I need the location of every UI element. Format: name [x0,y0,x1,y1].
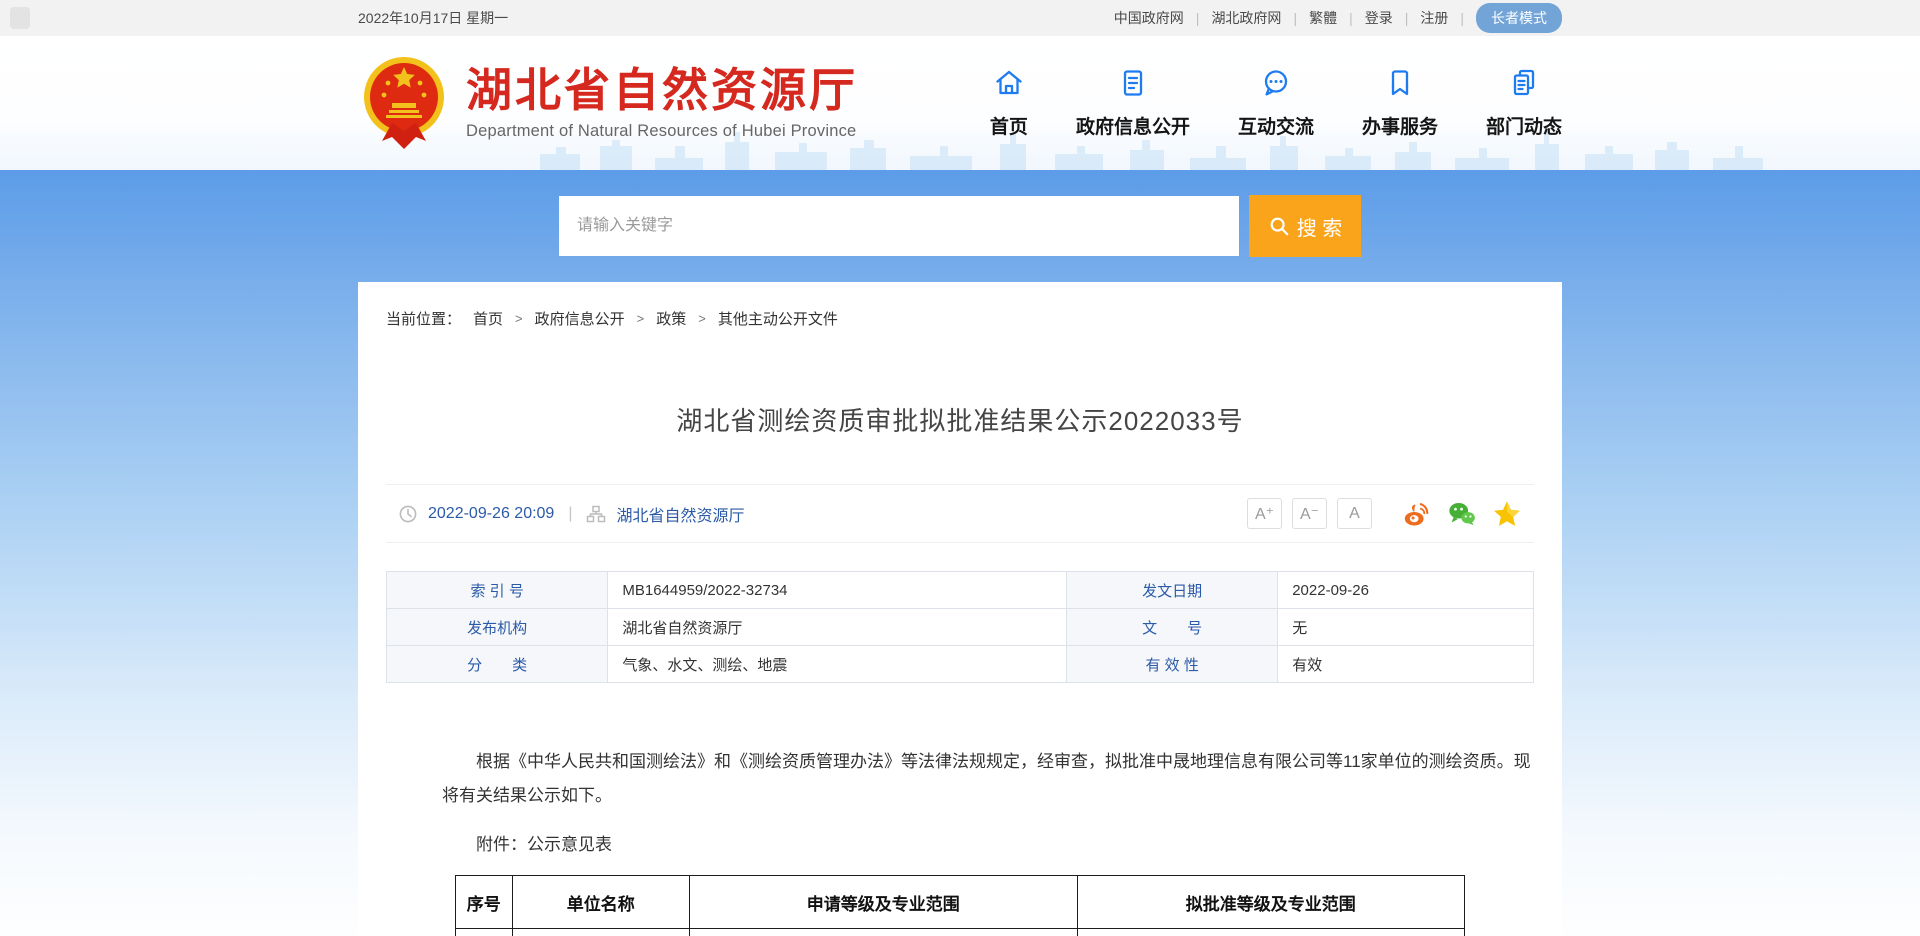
column-header: 序号 [456,876,513,929]
info-label: 分 类 [387,646,608,683]
column-header: 申请等级及专业范围 [690,876,1077,929]
article-source[interactable]: 湖北省自然资源厅 [616,502,744,526]
article-meta-bar: 2022-09-26 20:09 | 湖北省自然资源厅 A⁺ A⁻ A [386,484,1534,543]
search-icon [1268,215,1290,237]
separator: | [1293,10,1297,26]
article-body-paragraph: 根据《中华人民共和国测绘法》和《测绘资质管理办法》等法律法规规定，经审查，拟批准… [442,745,1534,813]
link-login[interactable]: 登录 [1365,8,1393,28]
source-icon [586,504,606,524]
chat-icon [1260,67,1292,99]
info-value: 有效 [1278,646,1534,683]
info-label: 发布机构 [387,609,608,646]
nav-item-gov-info[interactable]: 政府信息公开 [1076,67,1190,139]
breadcrumb-separator: > [698,311,706,326]
news-icon [1508,67,1540,99]
nav-item-services[interactable]: 办事服务 [1362,67,1438,139]
table-header-row: 序号 单位名称 申请等级及专业范围 拟批准等级及专业范围 [456,876,1465,929]
nav-label: 首页 [990,112,1028,139]
table-row: 索 引 号 MB1644959/2022-32734 发文日期 2022-09-… [387,572,1534,609]
separator: | [1460,10,1464,26]
info-label: 索 引 号 [387,572,608,609]
search-bar: 搜 索 [0,170,1920,282]
breadcrumb-policy[interactable]: 政策 [656,308,686,329]
search-input[interactable] [559,196,1239,256]
current-date: 2022年10月17日 星期一 [358,8,508,28]
breadcrumb-separator: > [515,311,523,326]
link-hubei-gov[interactable]: 湖北政府网 [1211,8,1281,28]
bookmark-icon [1384,67,1416,99]
content-card: 当前位置： 首页 > 政府信息公开 > 政策 > 其他主动公开文件 湖北省测绘资… [358,282,1562,936]
link-register[interactable]: 注册 [1420,8,1448,28]
column-header: 单位名称 [512,876,690,929]
site-header: 湖北省自然资源厅 Department of Natural Resources… [0,36,1920,170]
separator: | [1196,10,1200,26]
separator: | [1405,10,1409,26]
nav-label: 政府信息公开 [1076,112,1190,139]
share-bar [1402,499,1522,529]
separator: | [564,505,576,523]
elder-mode-button[interactable]: 长者模式 [1476,3,1562,33]
accessibility-widget-icon[interactable] [10,7,30,29]
site-title-english: Department of Natural Resources of Hubei… [466,122,858,141]
column-header: 拟批准等级及专业范围 [1077,876,1464,929]
info-label: 文 号 [1067,609,1278,646]
separator: | [1349,10,1353,26]
wechat-icon[interactable] [1447,499,1477,529]
approval-result-table: 序号 单位名称 申请等级及专业范围 拟批准等级及专业范围 [455,875,1465,936]
qzone-icon[interactable] [1492,499,1522,529]
weibo-icon[interactable] [1402,499,1432,529]
nav-item-interaction[interactable]: 互动交流 [1238,67,1314,139]
info-label: 发文日期 [1067,572,1278,609]
publish-time: 2022-09-26 20:09 [428,505,554,523]
table-row: 发布机构 湖北省自然资源厅 文 号 无 [387,609,1534,646]
info-value: 湖北省自然资源厅 [608,609,1067,646]
info-label: 有 效 性 [1067,646,1278,683]
document-info-table: 索 引 号 MB1644959/2022-32734 发文日期 2022-09-… [386,571,1534,683]
document-icon [1117,67,1149,99]
search-button[interactable]: 搜 索 [1249,195,1361,257]
breadcrumb-gov-info[interactable]: 政府信息公开 [535,308,625,329]
main-navigation: 首页 政府信息公开 互动交流 办事服务 [990,67,1562,139]
nav-item-home[interactable]: 首页 [990,67,1028,139]
info-value: MB1644959/2022-32734 [608,572,1067,609]
nav-item-department-news[interactable]: 部门动态 [1486,67,1562,139]
breadcrumb-separator: > [637,311,645,326]
font-smaller-button[interactable]: A⁻ [1292,498,1327,529]
nav-label: 办事服务 [1362,112,1438,139]
info-value: 无 [1278,609,1534,646]
nav-label: 部门动态 [1486,112,1562,139]
breadcrumb: 当前位置： 首页 > 政府信息公开 > 政策 > 其他主动公开文件 [386,282,1534,329]
attachment-line: 附件：公示意见表 [442,833,1534,857]
home-icon [993,67,1025,99]
font-larger-button[interactable]: A⁺ [1247,498,1282,529]
nav-label: 互动交流 [1238,112,1314,139]
link-china-gov[interactable]: 中国政府网 [1114,8,1184,28]
link-traditional-chinese[interactable]: 繁體 [1309,8,1337,28]
table-row: 分 类 气象、水文、测绘、地震 有 效 性 有效 [387,646,1534,683]
info-value: 气象、水文、测绘、地震 [608,646,1067,683]
font-reset-button[interactable]: A [1337,498,1372,529]
article-title: 湖北省测绘资质审批拟批准结果公示2022033号 [386,401,1534,438]
top-bar: 2022年10月17日 星期一 中国政府网 | 湖北政府网 | 繁體 | 登录 … [0,0,1920,36]
breadcrumb-other-public-files[interactable]: 其他主动公开文件 [718,308,838,329]
breadcrumb-home[interactable]: 首页 [473,308,503,329]
page-background: 搜 索 当前位置： 首页 > 政府信息公开 > 政策 > 其他主动公开文件 湖北… [0,170,1920,936]
national-emblem-logo [358,53,450,153]
site-title: 湖北省自然资源厅 [466,65,858,116]
search-button-label: 搜 索 [1297,212,1343,241]
breadcrumb-label: 当前位置： [386,308,461,329]
clock-icon [398,504,418,524]
info-value: 2022-09-26 [1278,572,1534,609]
table-row [456,929,1465,936]
